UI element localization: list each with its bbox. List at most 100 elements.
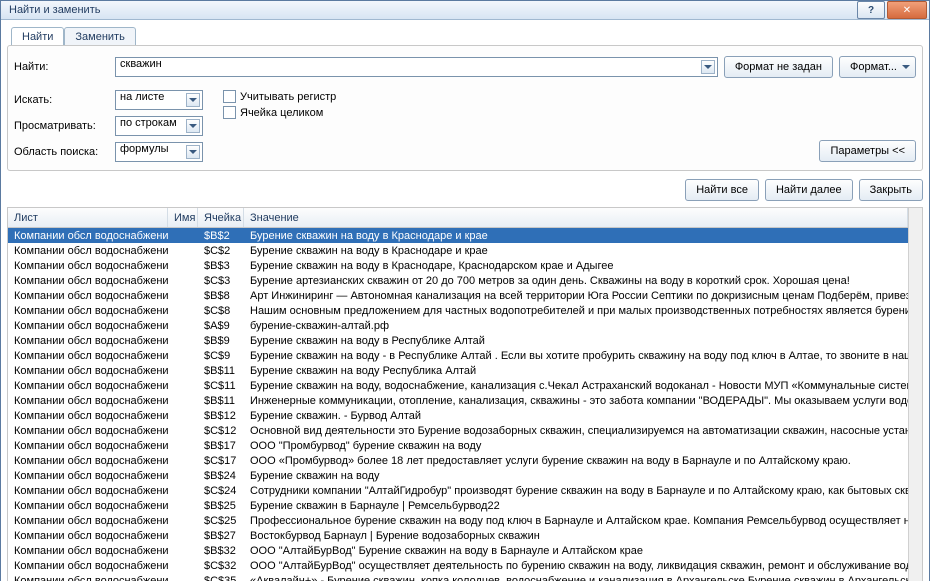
table-row[interactable]: Компании обсл водоснабжения$C$25Професси… <box>8 513 908 528</box>
cell-ref: $C$2 <box>198 245 244 257</box>
table-row[interactable]: Компании обсл водоснабжения$B$12Бурение … <box>8 408 908 423</box>
format-button[interactable]: Формат... <box>839 56 916 78</box>
cell-value: Инженерные коммуникации, отопление, кана… <box>244 395 908 407</box>
cell-value: Нашим основным предложением для частных … <box>244 305 908 317</box>
table-row[interactable]: Компании обсл водоснабжения$B$11Инженерн… <box>8 393 908 408</box>
whole-cell-checkbox[interactable] <box>223 106 236 119</box>
table-row[interactable]: Компании обсл водоснабжения$C$17ООО «Про… <box>8 453 908 468</box>
table-row[interactable]: Компании обсл водоснабжения$C$35«Аквалай… <box>8 573 908 581</box>
cell-value: Арт Инжиниринг — Автономная канализация … <box>244 290 908 302</box>
scope-column: Искать: на листе Просматривать: по строк… <box>14 90 203 162</box>
cell-value: ООО "АлтайБурВод" Бурение скважин на вод… <box>244 545 908 557</box>
chevron-down-icon[interactable] <box>186 145 200 159</box>
titlebar: Найти и заменить ? ✕ <box>1 1 929 20</box>
cell-sheet: Компании обсл водоснабжения <box>8 260 168 272</box>
find-input[interactable]: скважин <box>115 57 718 77</box>
table-row[interactable]: Компании обсл водоснабжения$B$17ООО "Про… <box>8 438 908 453</box>
parameters-toggle-button[interactable]: Параметры << <box>819 140 916 162</box>
table-row[interactable]: Компании обсл водоснабжения $A$9бурение-с… <box>8 318 908 333</box>
tab-strip: Найти Заменить <box>11 27 923 46</box>
cell-value: Сотрудники компании "АлтайГидробур" прои… <box>244 485 908 497</box>
tab-replace[interactable]: Заменить <box>64 27 135 46</box>
grid-body[interactable]: Компании обсл водоснабжения$B$2Бурение с… <box>8 228 908 581</box>
col-sheet[interactable]: Лист <box>8 208 168 227</box>
table-row[interactable]: Компании обсл водоснабжения$C$3Бурение а… <box>8 273 908 288</box>
action-bar: Найти все Найти далее Закрыть <box>7 179 923 201</box>
cell-ref: $B$8 <box>198 290 244 302</box>
cell-sheet: Компании обсл водоснабжения <box>8 395 168 407</box>
cell-sheet: Компании обсл водоснабжения <box>8 350 168 362</box>
find-history-dropdown[interactable] <box>701 60 715 74</box>
cell-ref: $B$11 <box>198 365 244 377</box>
table-row[interactable]: Компании обсл водоснабжения$B$9Бурение с… <box>8 333 908 348</box>
tab-find[interactable]: Найти <box>11 27 64 46</box>
close-window-button[interactable]: ✕ <box>887 1 927 19</box>
search-area-combo[interactable]: формулы <box>115 142 203 162</box>
search-scope-combo[interactable]: на листе <box>115 90 203 110</box>
cell-ref: $C$35 <box>198 575 244 581</box>
cell-ref: $C$25 <box>198 515 244 527</box>
chevron-down-icon[interactable] <box>186 93 200 107</box>
cell-ref: $B$17 <box>198 440 244 452</box>
table-row[interactable]: Компании обсл водоснабжения$C$24Сотрудни… <box>8 483 908 498</box>
cell-ref: $B$32 <box>198 545 244 557</box>
cell-value: ООО «Промбурвод» более 18 лет предоставл… <box>244 455 908 467</box>
match-case-checkbox[interactable] <box>223 90 236 103</box>
cell-sheet: Компании обсл водоснабжения <box>8 335 168 347</box>
cell-sheet: Компании обсл водоснабжения <box>8 575 168 581</box>
table-row[interactable]: Компании обсл водоснабжения $C$8Нашим осн… <box>8 303 908 318</box>
table-row[interactable]: Компании обсл водоснабжения$C$2Бурение с… <box>8 243 908 258</box>
cell-value: Востокбурвод Барнаул | Бурение водозабор… <box>244 530 908 542</box>
table-row[interactable]: Компании обсл водоснабжения$C$32ООО "Алт… <box>8 558 908 573</box>
cell-value: ООО "Промбурвод" бурение скважин на воду <box>244 440 908 452</box>
table-row[interactable]: Компании обсл водоснабжения$B$24Бурение … <box>8 468 908 483</box>
cell-ref: $C$12 <box>198 425 244 437</box>
close-button[interactable]: Закрыть <box>859 179 923 201</box>
checkbox-column: Учитывать регистр Ячейка целиком <box>223 90 336 122</box>
table-row[interactable]: Компании обсл водоснабжения$C$11Бурение … <box>8 378 908 393</box>
window-title: Найти и заменить <box>9 4 855 16</box>
scan-direction-combo[interactable]: по строкам <box>115 116 203 136</box>
grid-header: Лист Имя Ячейка Значение <box>8 208 908 228</box>
table-row[interactable]: Компании обсл водоснабжения$C$12Основной… <box>8 423 908 438</box>
options-panel: Найти: скважин Формат не задан Формат...… <box>7 45 923 171</box>
table-row[interactable]: Компании обсл водоснабжения $B$3Бурение с… <box>8 258 908 273</box>
cell-value: Бурение скважин на воду, водоснабжение, … <box>244 380 908 392</box>
cell-value: бурение-скважин-алтай.рф <box>244 320 908 332</box>
format-none-button[interactable]: Формат не задан <box>724 56 833 78</box>
scan-direction-label: Просматривать: <box>14 120 109 132</box>
cell-ref: $B$25 <box>198 500 244 512</box>
table-row[interactable]: Компании обсл водоснабжения$B$27Востокбу… <box>8 528 908 543</box>
cell-sheet: Компании обсл водоснабжения <box>8 305 168 317</box>
cell-sheet: Компании обсл водоснабжения <box>8 380 168 392</box>
col-value[interactable]: Значение <box>244 208 908 227</box>
dialog-body: Найти Заменить Найти: скважин Формат не … <box>1 20 929 581</box>
table-row[interactable]: Компании обсл водоснабжения$B$2Бурение с… <box>8 228 908 243</box>
cell-ref: $B$24 <box>198 470 244 482</box>
table-row[interactable]: Компании обсл водоснабжения$B$25Бурение … <box>8 498 908 513</box>
cell-ref: $C$32 <box>198 560 244 572</box>
vertical-scrollbar[interactable] <box>908 208 922 581</box>
cell-sheet: Компании обсл водоснабжения <box>8 410 168 422</box>
table-row[interactable]: Компании обсл водоснабжения $B$32ООО "Алт… <box>8 543 908 558</box>
table-row[interactable]: Компании обсл водоснабжения$C$9Бурение с… <box>8 348 908 363</box>
cell-sheet: Компании обсл водоснабжения <box>8 485 168 497</box>
cell-ref: $B$3 <box>198 260 244 272</box>
dialog-window: Найти и заменить ? ✕ Найти Заменить Найт… <box>0 0 930 581</box>
cell-sheet: Компании обсл водоснабжения <box>8 455 168 467</box>
find-next-button[interactable]: Найти далее <box>765 179 853 201</box>
cell-sheet: Компании обсл водоснабжения <box>8 545 168 557</box>
cell-ref: $C$3 <box>198 275 244 287</box>
cell-ref: $C$8 <box>198 305 244 317</box>
table-row[interactable]: Компании обсл водоснабжения$B$8Арт Инжин… <box>8 288 908 303</box>
cell-sheet: Компании обсл водоснабжения <box>8 320 168 332</box>
col-name[interactable]: Имя <box>168 208 198 227</box>
cell-value: Основной вид деятельности это Бурение во… <box>244 425 908 437</box>
cell-ref: $A$9 <box>198 320 244 332</box>
find-all-button[interactable]: Найти все <box>685 179 759 201</box>
chevron-down-icon[interactable] <box>186 119 200 133</box>
cell-value: Бурение скважин на воду в Краснодаре, Кр… <box>244 260 908 272</box>
table-row[interactable]: Компании обсл водоснабжения$B$11Бурение … <box>8 363 908 378</box>
col-cell[interactable]: Ячейка <box>198 208 244 227</box>
help-button[interactable]: ? <box>857 1 885 19</box>
